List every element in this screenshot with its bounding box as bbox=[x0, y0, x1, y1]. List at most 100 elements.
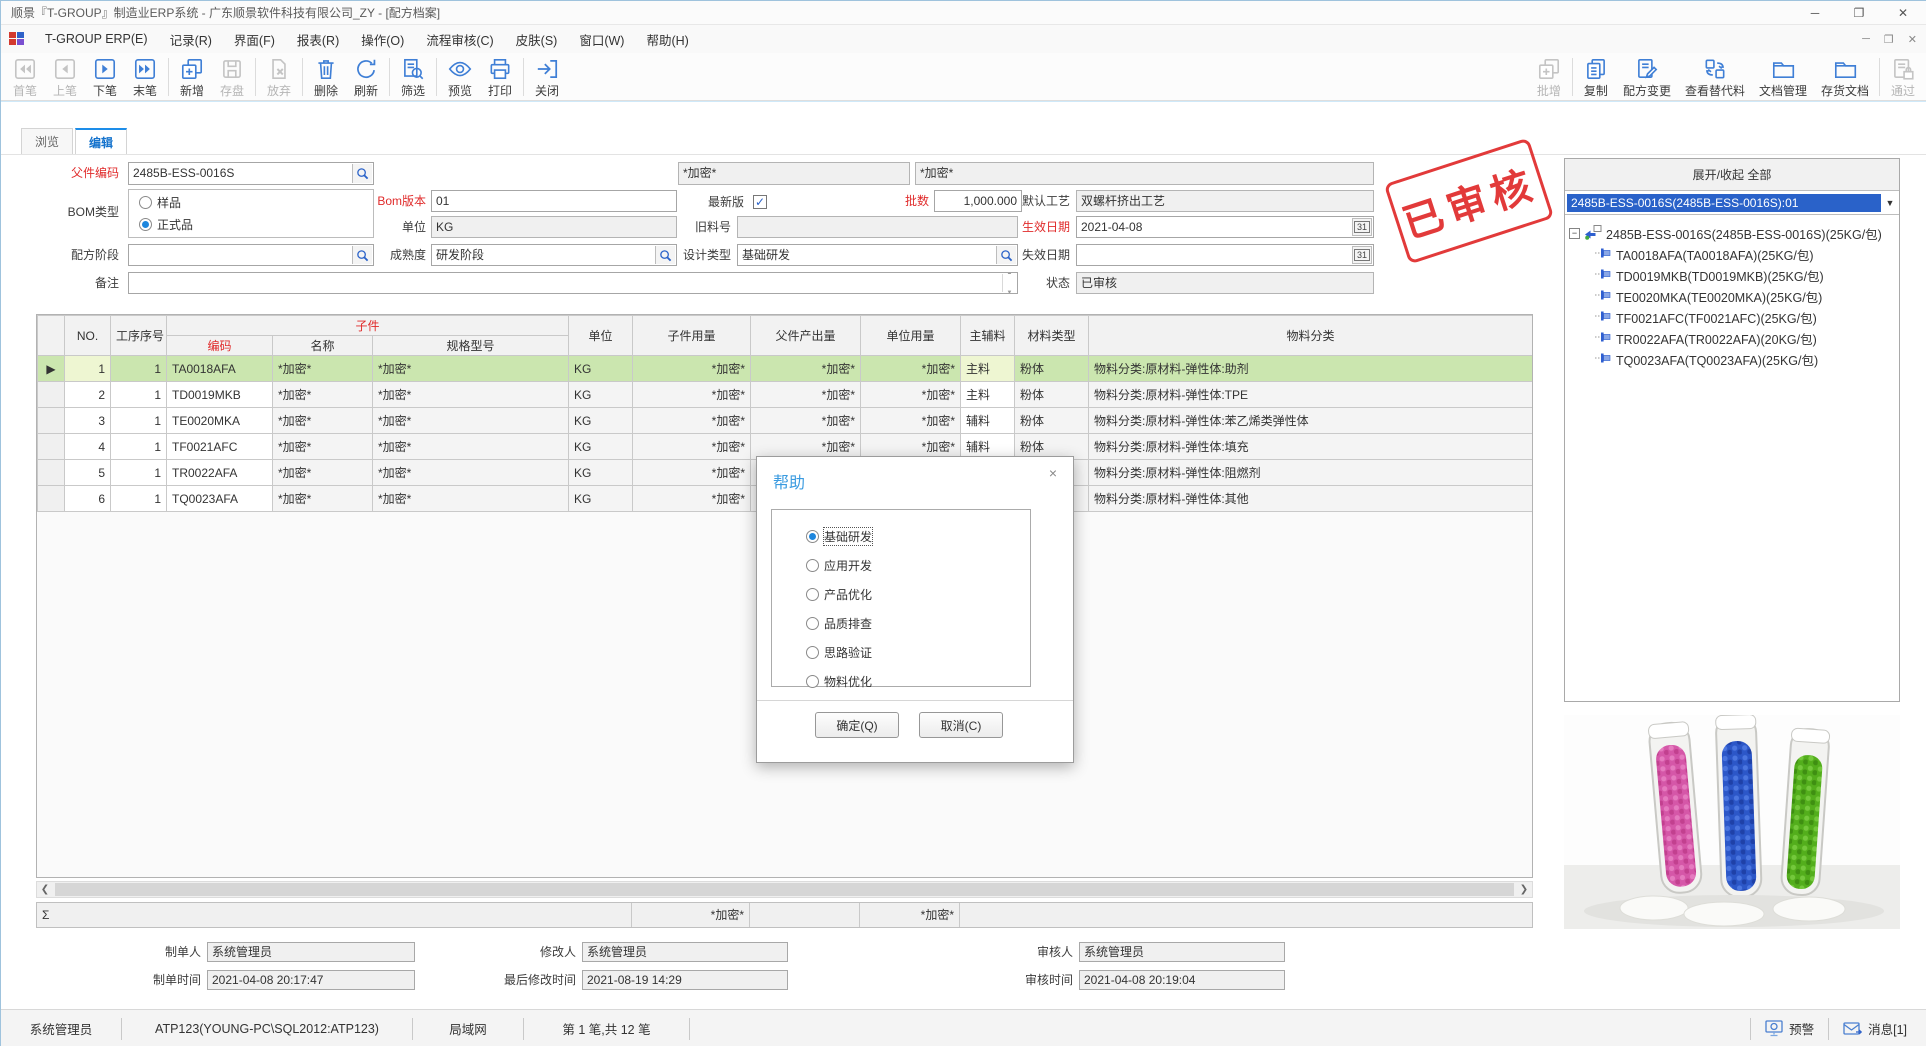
expand-collapse-all-button[interactable]: 展开/收起 全部 bbox=[1565, 159, 1899, 191]
cell-name[interactable]: *加密* bbox=[273, 460, 373, 486]
menu-workflow-audit[interactable]: 流程审核(C) bbox=[416, 26, 503, 53]
scroll-left-icon[interactable]: ❮ bbox=[37, 884, 53, 895]
cell-name[interactable]: *加密* bbox=[273, 486, 373, 512]
cell-no[interactable]: 3 bbox=[65, 408, 111, 434]
option-application-dev[interactable]: 应用开发 bbox=[806, 551, 1030, 580]
remark-field[interactable]: ▲▼ bbox=[128, 272, 1018, 294]
cell-material-type[interactable]: 粉体 bbox=[1015, 356, 1089, 382]
cell-qty[interactable]: *加密* bbox=[633, 460, 751, 486]
bom-type-option-sample[interactable]: 样品 bbox=[139, 194, 181, 211]
cell-seq[interactable]: 1 bbox=[111, 434, 167, 460]
cell-qty[interactable]: *加密* bbox=[633, 356, 751, 382]
spinner-icon[interactable]: ▲▼ bbox=[1002, 274, 1016, 292]
cell-name[interactable]: *加密* bbox=[273, 382, 373, 408]
cell-seq[interactable]: 1 bbox=[111, 408, 167, 434]
option-product-optimization[interactable]: 产品优化 bbox=[806, 580, 1030, 609]
cell-parent-output[interactable]: *加密* bbox=[751, 408, 861, 434]
cell-name[interactable]: *加密* bbox=[273, 408, 373, 434]
col-spec[interactable]: 规格型号 bbox=[373, 336, 569, 356]
cell-no[interactable]: 6 bbox=[65, 486, 111, 512]
parent-code-field[interactable]: 2485B-ESS-0016S bbox=[128, 162, 374, 185]
col-seq[interactable]: 工序序号 bbox=[111, 316, 167, 356]
col-group-child[interactable]: 子件 bbox=[167, 316, 569, 336]
cell-code[interactable]: TR0022AFA bbox=[167, 460, 273, 486]
tree-item[interactable]: TA0018AFA(TA0018AFA)(25KG/包) bbox=[1569, 244, 1895, 265]
design-type-lookup-icon[interactable] bbox=[996, 246, 1016, 264]
menu-record[interactable]: 记录(R) bbox=[160, 26, 222, 53]
formula-change-button[interactable]: 配方变更 bbox=[1616, 54, 1678, 100]
col-code[interactable]: 编码 bbox=[167, 336, 273, 356]
cell-seq[interactable]: 1 bbox=[111, 382, 167, 408]
dialog-close-icon[interactable]: × bbox=[1043, 465, 1063, 481]
cell-unit[interactable]: KG bbox=[569, 434, 633, 460]
view-substitute-button[interactable]: 查看替代料 bbox=[1678, 54, 1752, 100]
tree-item[interactable]: TF0021AFC(TF0021AFC)(25KG/包) bbox=[1569, 307, 1895, 328]
option-idea-validation[interactable]: 思路验证 bbox=[806, 638, 1030, 667]
col-category[interactable]: 物料分类 bbox=[1089, 316, 1533, 356]
parent-code-lookup-icon[interactable] bbox=[352, 164, 372, 183]
effective-date-field[interactable]: 2021-04-08 31 bbox=[1076, 216, 1374, 238]
cell-seq[interactable]: 1 bbox=[111, 460, 167, 486]
cell-no[interactable]: 4 bbox=[65, 434, 111, 460]
maturity-lookup-icon[interactable] bbox=[655, 246, 675, 264]
scrollbar-thumb[interactable] bbox=[55, 883, 1514, 896]
mdi-minimize-icon[interactable]: ─ bbox=[1862, 33, 1870, 45]
last-record-button[interactable]: 末笔 bbox=[125, 54, 165, 100]
formula-stage-field[interactable] bbox=[128, 244, 374, 266]
cell-unit[interactable]: KG bbox=[569, 486, 633, 512]
cell-material-type[interactable]: 粉体 bbox=[1015, 382, 1089, 408]
maturity-field[interactable]: 研发阶段 bbox=[431, 244, 677, 266]
window-restore-icon[interactable]: ❐ bbox=[1837, 1, 1881, 25]
cell-no[interactable]: 5 bbox=[65, 460, 111, 486]
col-qty[interactable]: 子件用量 bbox=[633, 316, 751, 356]
cell-main-aux[interactable]: 辅料 bbox=[961, 408, 1015, 434]
cell-unit-qty[interactable]: *加密* bbox=[861, 408, 961, 434]
copy-button[interactable]: 复制 bbox=[1576, 54, 1616, 100]
bom-type-option-formal[interactable]: 正式品 bbox=[139, 216, 193, 233]
cell-no[interactable]: 2 bbox=[65, 382, 111, 408]
col-unit-qty[interactable]: 单位用量 bbox=[861, 316, 961, 356]
cell-unit[interactable]: KG bbox=[569, 382, 633, 408]
ok-button[interactable]: 确定(Q) bbox=[815, 712, 899, 738]
close-form-button[interactable]: 关闭 bbox=[527, 54, 567, 100]
window-close-icon[interactable]: ✕ bbox=[1881, 1, 1925, 25]
design-type-field[interactable]: 基础研发 bbox=[737, 244, 1018, 266]
cell-code[interactable]: TQ0023AFA bbox=[167, 486, 273, 512]
first-record-button[interactable]: 首笔 bbox=[5, 54, 45, 100]
stock-doc-button[interactable]: 存货文档 bbox=[1814, 54, 1876, 100]
cell-qty[interactable]: *加密* bbox=[633, 382, 751, 408]
preview-button[interactable]: 预览 bbox=[440, 54, 480, 100]
delete-button[interactable]: 删除 bbox=[306, 54, 346, 100]
cell-code[interactable]: TD0019MKB bbox=[167, 382, 273, 408]
tab-browse[interactable]: 浏览 bbox=[21, 128, 73, 155]
approve-button[interactable]: 通过 bbox=[1883, 54, 1923, 100]
option-quality-check[interactable]: 品质排查 bbox=[806, 609, 1030, 638]
menu-report[interactable]: 报表(R) bbox=[287, 26, 349, 53]
cell-qty[interactable]: *加密* bbox=[633, 434, 751, 460]
collapse-icon[interactable]: − bbox=[1569, 228, 1580, 239]
doc-manage-button[interactable]: 文档管理 bbox=[1752, 54, 1814, 100]
latest-version-checkbox[interactable]: ✓ bbox=[753, 193, 767, 209]
combo-dropdown-icon[interactable]: ▼ bbox=[1881, 198, 1899, 208]
add-button[interactable]: 新增 bbox=[172, 54, 212, 100]
cell-spec[interactable]: *加密* bbox=[373, 408, 569, 434]
prev-record-button[interactable]: 上笔 bbox=[45, 54, 85, 100]
cell-qty[interactable]: *加密* bbox=[633, 408, 751, 434]
cell-spec[interactable]: *加密* bbox=[373, 434, 569, 460]
calendar-icon[interactable]: 31 bbox=[1352, 218, 1372, 236]
menu-interface[interactable]: 界面(F) bbox=[224, 26, 285, 53]
cell-category[interactable]: 物料分类:原材料-弹性体:TPE bbox=[1089, 382, 1533, 408]
cell-category[interactable]: 物料分类:原材料-弹性体:其他 bbox=[1089, 486, 1533, 512]
menu-skin[interactable]: 皮肤(S) bbox=[506, 26, 568, 53]
mdi-close-icon[interactable]: ✕ bbox=[1908, 33, 1917, 46]
cell-spec[interactable]: *加密* bbox=[373, 486, 569, 512]
cell-unit-qty[interactable]: *加密* bbox=[861, 356, 961, 382]
batch-field[interactable]: 1,000.000 bbox=[934, 190, 1022, 212]
col-name[interactable]: 名称 bbox=[273, 336, 373, 356]
col-unit[interactable]: 单位 bbox=[569, 316, 633, 356]
cell-parent-output[interactable]: *加密* bbox=[751, 382, 861, 408]
table-row[interactable]: 3 1 TE0020MKA *加密* *加密* KG *加密* *加密* *加密… bbox=[38, 408, 1533, 434]
calendar-icon[interactable]: 31 bbox=[1352, 246, 1372, 264]
menu-help[interactable]: 帮助(H) bbox=[636, 26, 698, 53]
window-minimize-icon[interactable]: ─ bbox=[1793, 1, 1837, 25]
